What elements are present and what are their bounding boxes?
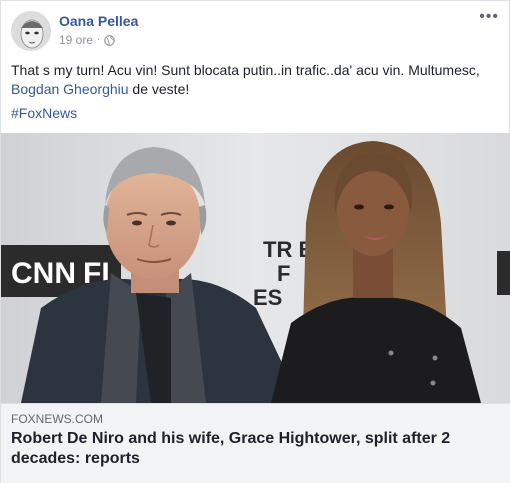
avatar-face-icon bbox=[12, 12, 50, 50]
author-name[interactable]: Oana Pellea bbox=[59, 12, 138, 30]
post-text: That s my turn! Acu vin! Sunt blocata pu… bbox=[11, 61, 501, 99]
post-meta: 19 ore · bbox=[59, 33, 116, 47]
post-text-part1: That s my turn! Acu vin! Sunt blocata pu… bbox=[11, 62, 480, 78]
link-title[interactable]: Robert De Niro and his wife, Grace Hight… bbox=[11, 429, 481, 469]
signage-cnn: CNN bbox=[11, 257, 76, 290]
author-avatar[interactable] bbox=[11, 11, 51, 51]
photo-image: CNN FI TR B F ES bbox=[1, 133, 510, 403]
globe-icon[interactable] bbox=[104, 34, 116, 46]
hashtag-link[interactable]: #FoxNews bbox=[11, 104, 77, 123]
meta-separator: · bbox=[97, 34, 101, 45]
post-photo[interactable]: CNN FI TR B F ES bbox=[1, 133, 510, 403]
feed-post: Oana Pellea 19 ore · ••• That s my turn!… bbox=[0, 0, 510, 483]
link-preview[interactable]: FOXNEWS.COM Robert De Niro and his wife,… bbox=[1, 403, 510, 483]
post-text-part2: de veste! bbox=[128, 81, 190, 97]
link-domain: FOXNEWS.COM bbox=[11, 412, 103, 426]
more-options-button[interactable]: ••• bbox=[479, 9, 499, 25]
mention-link[interactable]: Bogdan Gheorghiu bbox=[11, 81, 129, 97]
post-timestamp[interactable]: 19 ore bbox=[59, 33, 93, 47]
signage-tribeca-2: F bbox=[277, 261, 290, 286]
signage-tribeca-3: ES bbox=[253, 285, 282, 310]
